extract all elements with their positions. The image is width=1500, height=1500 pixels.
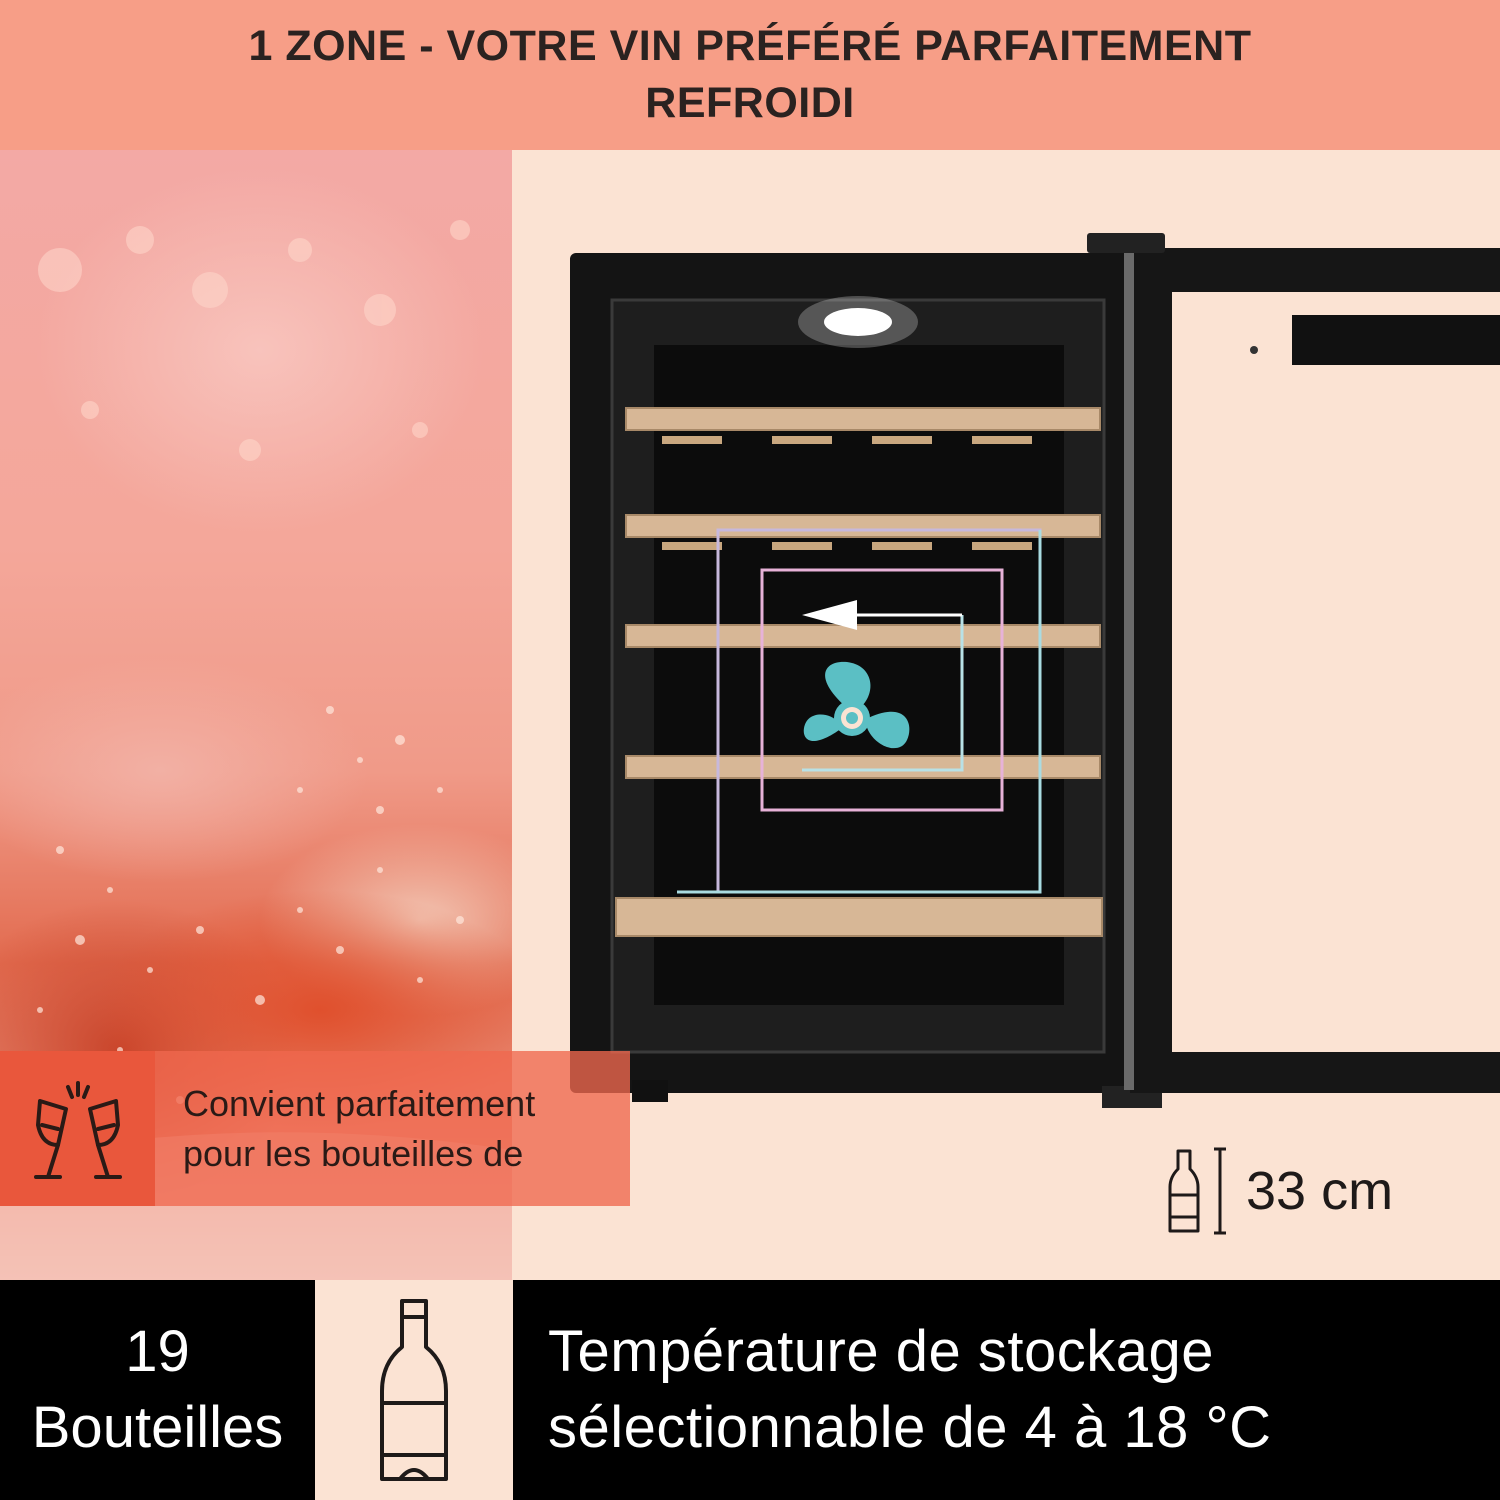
feature-text-line2: pour les bouteilles de [183,1132,524,1174]
feature-box: Convient parfaitement pour les bouteille… [0,1051,630,1206]
product-panel [512,150,1500,1280]
bottle-count-label: Bouteilles [31,1395,284,1460]
footer-bar: 19 Bouteilles Température de stockage sé… [0,1280,1500,1500]
bottle-count-number: 19 [125,1319,190,1384]
feature-icon-cell [0,1051,155,1206]
feature-text: Convient parfaitement pour les bouteille… [155,1051,630,1206]
bottle-size-indicator: 33 cm [1168,1145,1393,1237]
bottle-size-value: 33 cm [1246,1161,1394,1221]
wine-cooler-image [570,233,1500,1108]
feature-text-line1: Convient parfaitement [183,1082,536,1124]
toasting-glasses-icon [33,1080,122,1179]
header-title-line1: 1 ZONE - VOTRE VIN PRÉFÉRÉ PARFAITEMENT [248,22,1252,70]
storage-temperature-line2: sélectionnable de 4 à 18 °C [548,1395,1272,1460]
storage-temperature: Température de stockage sélectionnable d… [548,1280,1488,1500]
header-banner: 1 ZONE - VOTRE VIN PRÉFÉRÉ PARFAITEMENT … [0,0,1500,150]
bottle-count: 19 Bouteilles [0,1280,315,1500]
header-title-line2: REFROIDI [645,79,855,127]
storage-temperature-line1: Température de stockage [548,1319,1214,1384]
bottle-icon-cell [315,1280,513,1500]
bottle-height-icon [1168,1147,1226,1235]
wine-bottle-icon [380,1299,448,1481]
